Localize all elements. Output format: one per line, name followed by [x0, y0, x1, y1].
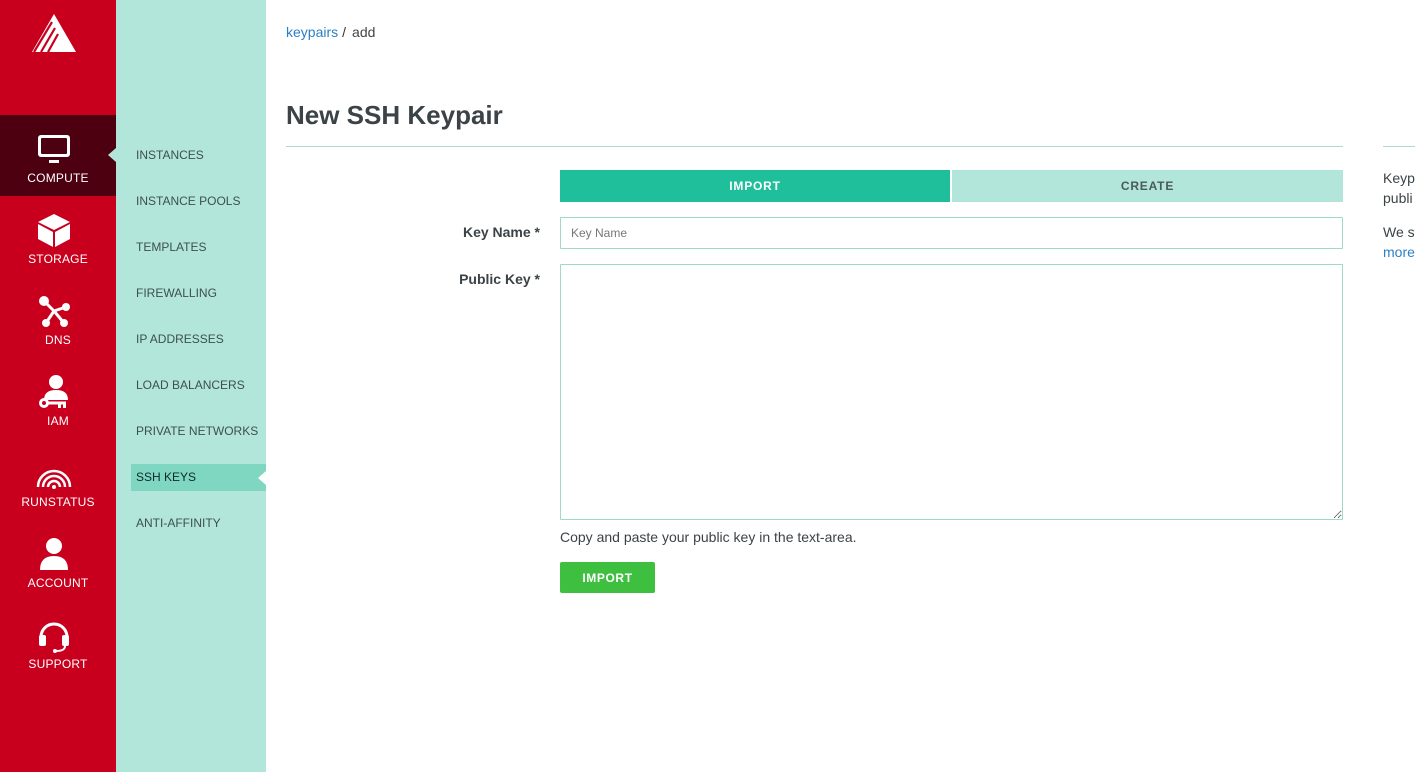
aside-text: We st: [1383, 224, 1415, 240]
key-name-input[interactable]: [560, 217, 1343, 249]
subnav-instances[interactable]: INSTANCES: [131, 142, 266, 169]
tab-create[interactable]: CREATE: [952, 170, 1343, 202]
breadcrumb-separator: /: [342, 24, 347, 40]
tab-import[interactable]: IMPORT: [560, 170, 950, 202]
subnav-ssh-keys[interactable]: SSH KEYS: [131, 464, 266, 491]
key-name-label: Key Name *: [462, 224, 540, 240]
user-key-icon: [36, 374, 72, 410]
nav-label: COMPUTE: [27, 171, 89, 185]
subnav-ip-addresses[interactable]: IP ADDRESSES: [131, 326, 266, 353]
monitor-icon: [36, 131, 72, 167]
page-title: New SSH Keypair: [286, 100, 503, 130]
nav-storage[interactable]: STORAGE: [0, 196, 116, 277]
nav-dns[interactable]: DNS: [0, 277, 116, 358]
public-key-label: Public Key *: [459, 271, 540, 287]
nav-runstatus[interactable]: RUNSTATUS: [0, 439, 116, 520]
nav-account[interactable]: ACCOUNT: [0, 520, 116, 601]
breadcrumb-current: add: [352, 24, 376, 40]
nav-label: DNS: [45, 333, 71, 347]
nav-label: RUNSTATUS: [21, 495, 95, 509]
aside-text: publi: [1383, 190, 1413, 206]
aside-text: Keyp: [1383, 170, 1415, 186]
signal-waves-icon: [36, 455, 72, 491]
aside-paragraph: Keyp publi: [1383, 168, 1415, 208]
user-icon: [36, 536, 72, 572]
info-aside: Keyp publi We st more: [1383, 168, 1415, 262]
aside-divider: [1383, 146, 1415, 147]
nav-iam[interactable]: IAM: [0, 358, 116, 439]
subnav-templates[interactable]: TEMPLATES: [131, 234, 266, 261]
nav-label: IAM: [47, 414, 69, 428]
nav-compute[interactable]: COMPUTE: [0, 115, 116, 196]
subnav-anti-affinity[interactable]: ANTI-AFFINITY: [131, 510, 266, 537]
breadcrumb-keypairs-link[interactable]: keypairs: [286, 24, 338, 40]
nav-label: ACCOUNT: [27, 576, 89, 590]
subnav-instance-pools[interactable]: INSTANCE POOLS: [131, 188, 266, 215]
subnav-firewalling[interactable]: FIREWALLING: [131, 280, 266, 307]
subnav-private-networks[interactable]: PRIVATE NETWORKS: [131, 418, 266, 445]
title-divider: [286, 146, 1343, 147]
aside-paragraph: We st more: [1383, 222, 1415, 262]
nav-label: SUPPORT: [28, 657, 88, 671]
nav-label: STORAGE: [28, 252, 88, 266]
logo-icon[interactable]: [30, 14, 78, 54]
aside-more-link[interactable]: more: [1383, 242, 1415, 262]
import-button[interactable]: IMPORT: [560, 562, 655, 593]
network-nodes-icon: [36, 293, 72, 329]
breadcrumb: keypairs / add: [286, 24, 375, 40]
public-key-textarea[interactable]: [560, 264, 1343, 520]
primary-sidebar: COMPUTE STORAGE DNS IAM RUNSTATUS ACCOUN…: [0, 0, 116, 772]
subnav-load-balancers[interactable]: LOAD BALANCERS: [131, 372, 266, 399]
secondary-sidebar: INSTANCES INSTANCE POOLS TEMPLATES FIREW…: [116, 0, 266, 772]
public-key-help: Copy and paste your public key in the te…: [560, 529, 857, 545]
cube-icon: [36, 212, 72, 248]
headset-icon: [36, 617, 72, 653]
nav-support[interactable]: SUPPORT: [0, 601, 116, 682]
